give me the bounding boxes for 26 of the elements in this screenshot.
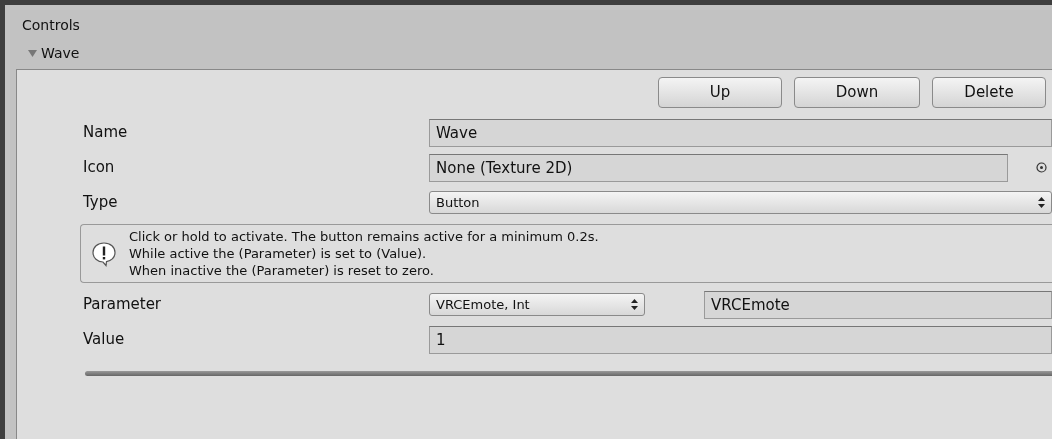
field-label: Value: [83, 329, 126, 351]
updown-arrows-icon: [631, 299, 638, 310]
parameter-dropdown[interactable]: VRCEmote, Int: [429, 293, 645, 316]
help-text-line: When inactive the (Parameter) is reset to zero.: [129, 262, 435, 279]
dropdown-value: VRCEmote, Int: [436, 295, 530, 314]
parameter-name-field[interactable]: VRCEmote: [704, 290, 1052, 319]
field-label: Name: [83, 122, 129, 144]
info-speech-bubble-icon: [91, 240, 117, 267]
value-field[interactable]: 1: [429, 325, 1052, 354]
type-dropdown[interactable]: Button: [429, 191, 1052, 214]
field-label: Type: [83, 192, 119, 214]
foldout-triangle-icon[interactable]: [28, 48, 37, 58]
foldout-label[interactable]: Wave: [41, 37, 80, 69]
object-field[interactable]: None (Texture 2D): [429, 153, 1008, 182]
updown-arrows-icon: [1038, 197, 1045, 208]
field-label: Parameter: [83, 294, 163, 316]
section-title: Controls: [21, 16, 81, 35]
dropdown-value: Button: [436, 193, 480, 212]
delete-button[interactable]: Delete: [932, 77, 1046, 108]
field-label: Icon: [83, 157, 116, 179]
help-text-line: Click or hold to activate. The button remains active for a minimum 0.2s.: [129, 228, 599, 245]
help-text-line: While active the (Parameter) is set to (Value).: [129, 245, 428, 262]
up-button[interactable]: Up: [658, 77, 782, 108]
down-button[interactable]: Down: [794, 77, 920, 108]
name-field[interactable]: Wave: [429, 118, 1052, 147]
object-picker-icon[interactable]: [1036, 162, 1047, 173]
